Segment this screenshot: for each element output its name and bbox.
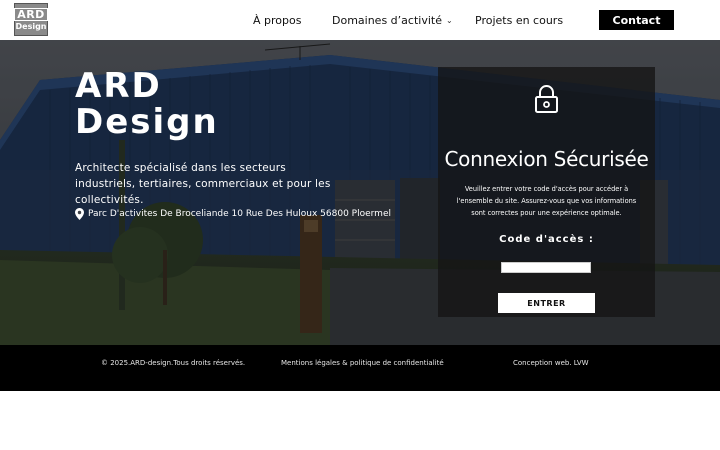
footer-copyright: © 2025.ARD-design.Tous droits réservés. [101,359,246,367]
contact-button[interactable]: Contact [599,10,674,30]
footer-credit-link[interactable]: Conception web. LVW [513,359,589,367]
lock-icon [535,84,558,113]
access-code-label: Code d'accès : [499,234,594,245]
login-instructions: Veuillez entrer votre code d'accès pour … [456,185,637,217]
hero-title-line-2: Design [75,102,219,142]
login-title: Connexion Sécurisée [444,147,649,171]
hero-description: Architecte spécialisé dans les secteurs … [75,162,331,206]
hero-address: Parc D'activites De Broceliande 10 Rue D… [75,208,391,220]
access-code-input[interactable] [501,262,591,273]
logo-line-2: Design [15,22,47,31]
chevron-down-icon: ⌄ [445,15,453,25]
login-panel: Connexion Sécurisée Veuillez entrer votr… [438,67,655,317]
footer-legal-link[interactable]: Mentions légales & politique de confiden… [281,359,444,367]
site-footer: © 2025.ARD-design.Tous droits réservés. … [0,345,720,391]
logo-line-1: ARD [14,8,48,21]
map-pin-icon [75,208,84,220]
nav-item-a-propos[interactable]: À propos [253,0,301,40]
nav-item-domaines-label: Domaines d’activité [332,13,442,27]
hero-section: ARD Design Architecte spécialisé dans le… [0,40,720,345]
enter-button[interactable]: ENTRER [498,293,595,313]
hero-address-text: Parc D'activites De Broceliande 10 Rue D… [88,209,391,219]
nav-item-domaines[interactable]: Domaines d’activité ⌄ [332,0,453,40]
site-logo[interactable]: ARD Design [14,3,48,36]
hero-title-line-1: ARD [75,66,162,106]
nav-item-projets[interactable]: Projets en cours [475,0,563,40]
hero-title: ARD Design [75,68,219,140]
site-header: ARD Design À propos Domaines d’activité … [0,0,720,40]
